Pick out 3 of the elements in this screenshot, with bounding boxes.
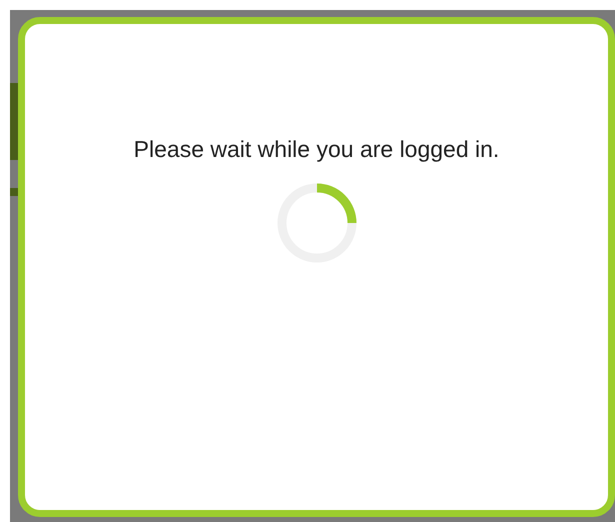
divider-bar bbox=[10, 188, 18, 196]
wait-message: Please wait while you are logged in. bbox=[134, 136, 500, 163]
spinner-icon bbox=[274, 181, 358, 265]
